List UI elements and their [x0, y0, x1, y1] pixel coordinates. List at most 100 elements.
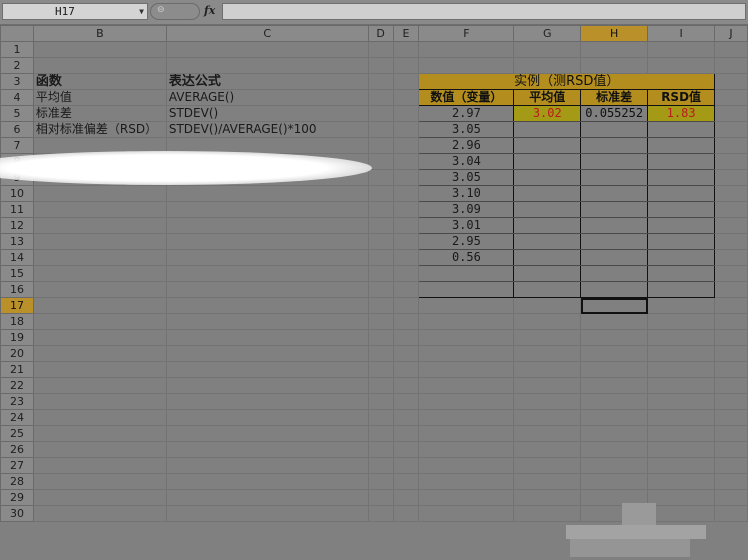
row-header[interactable]: 27	[0, 457, 34, 474]
empty-cell[interactable]	[513, 217, 582, 234]
column-header-h[interactable]: H	[580, 25, 649, 42]
rsd-header-rsd[interactable]: RSD值	[647, 89, 716, 106]
row-header[interactable]: 10	[0, 185, 34, 202]
name-box[interactable]: H17 ▼	[2, 3, 148, 20]
row-header[interactable]: 21	[0, 361, 34, 378]
empty-cell[interactable]	[418, 265, 515, 282]
empty-cell[interactable]	[418, 281, 515, 298]
empty-cell[interactable]	[513, 137, 582, 154]
column-header-e[interactable]: E	[392, 25, 420, 42]
column-header-i[interactable]: I	[647, 25, 716, 42]
rsd-value-cell[interactable]: 2.95	[418, 233, 515, 250]
rsd-value-cell[interactable]: 3.01	[418, 217, 515, 234]
empty-cell[interactable]	[647, 169, 716, 186]
cell-formula[interactable]: AVERAGE()	[165, 89, 369, 106]
row-header[interactable]: 15	[0, 265, 34, 282]
row-header[interactable]: 26	[0, 441, 34, 458]
row-header[interactable]: 8	[0, 153, 34, 170]
cell-function-header[interactable]: 函数	[32, 73, 167, 90]
row-header[interactable]: 11	[0, 201, 34, 218]
row-header[interactable]: 24	[0, 409, 34, 426]
empty-cell[interactable]	[513, 281, 582, 298]
empty-cell[interactable]	[647, 217, 716, 234]
cell-function-name[interactable]: 标准差	[32, 105, 167, 122]
empty-cell[interactable]	[513, 169, 582, 186]
stdev-result-cell[interactable]: 0.055252	[580, 105, 649, 122]
empty-cell[interactable]	[647, 137, 716, 154]
empty-cell[interactable]	[647, 201, 716, 218]
column-header-c[interactable]: C	[165, 25, 369, 42]
chevron-down-icon[interactable]: ▼	[139, 4, 144, 19]
empty-cell[interactable]	[647, 233, 716, 250]
formula-edit-controls[interactable]: ⊖	[150, 3, 200, 20]
empty-cell[interactable]	[647, 281, 716, 298]
row-header[interactable]: 3	[0, 73, 34, 90]
empty-cell[interactable]	[580, 249, 649, 266]
empty-cell[interactable]	[580, 265, 649, 282]
zoom-icon[interactable]: ⊖	[157, 5, 165, 15]
empty-cell[interactable]	[580, 121, 649, 138]
row-header[interactable]: 13	[0, 233, 34, 250]
column-header-d[interactable]: D	[367, 25, 394, 42]
empty-cell[interactable]	[647, 153, 716, 170]
rsd-value-cell[interactable]: 3.05	[418, 121, 515, 138]
row-header[interactable]: 5	[0, 105, 34, 122]
empty-cell[interactable]	[647, 185, 716, 202]
cell-function-name[interactable]: 相对标准偏差（RSD）	[32, 121, 167, 138]
row-header[interactable]: 9	[0, 169, 34, 186]
cell-function-name[interactable]: 平均值	[32, 89, 167, 106]
rsd-value-cell[interactable]: 3.05	[418, 169, 515, 186]
rsd-value-cell[interactable]: 2.96	[418, 137, 515, 154]
empty-cell[interactable]	[580, 169, 649, 186]
empty-cell[interactable]	[580, 217, 649, 234]
rsd-value-cell[interactable]: 3.04	[418, 153, 515, 170]
row-header[interactable]: 19	[0, 329, 34, 346]
select-all-corner[interactable]	[0, 25, 34, 42]
empty-cell[interactable]	[580, 137, 649, 154]
empty-cell[interactable]	[513, 265, 582, 282]
empty-cell[interactable]	[513, 233, 582, 250]
column-header-f[interactable]: F	[418, 25, 515, 42]
row-header[interactable]: 22	[0, 377, 34, 394]
row-header[interactable]: 25	[0, 425, 34, 442]
empty-cell[interactable]	[647, 249, 716, 266]
row-header[interactable]: 14	[0, 249, 34, 266]
row-header[interactable]: 29	[0, 489, 34, 506]
cell-formula[interactable]: STDEV()	[165, 105, 369, 122]
rsd-value-cell[interactable]: 3.10	[418, 185, 515, 202]
row-header[interactable]: 20	[0, 345, 34, 362]
rsd-result-cell[interactable]: 1.83	[647, 105, 716, 122]
rsd-header-stdev[interactable]: 标准差	[580, 89, 649, 106]
row-header[interactable]: 1	[0, 41, 34, 58]
average-result-cell[interactable]: 3.02	[513, 105, 582, 122]
rsd-value-cell[interactable]: 2.97	[418, 105, 515, 122]
cell-formula[interactable]: STDEV()/AVERAGE()*100	[165, 121, 369, 138]
row-header[interactable]: 23	[0, 393, 34, 410]
row-header[interactable]: 6	[0, 121, 34, 138]
row-header[interactable]: 16	[0, 281, 34, 298]
column-header-b[interactable]: B	[32, 25, 167, 42]
column-header-g[interactable]: G	[513, 25, 582, 42]
empty-cell[interactable]	[647, 265, 716, 282]
empty-cell[interactable]	[580, 185, 649, 202]
rsd-header-values[interactable]: 数值（变量）	[418, 89, 515, 106]
empty-cell[interactable]	[513, 153, 582, 170]
empty-cell[interactable]	[513, 249, 582, 266]
row-header[interactable]: 2	[0, 57, 34, 74]
insert-function-icon[interactable]: fx	[204, 3, 215, 19]
rsd-value-cell[interactable]: 3.09	[418, 201, 515, 218]
rsd-header-average[interactable]: 平均值	[513, 89, 582, 106]
column-header-j[interactable]: J	[714, 25, 748, 42]
formula-input[interactable]	[222, 3, 746, 20]
empty-cell[interactable]	[513, 201, 582, 218]
empty-cell[interactable]	[647, 121, 716, 138]
row-header[interactable]: 30	[0, 505, 34, 522]
empty-cell[interactable]	[580, 201, 649, 218]
empty-cell[interactable]	[513, 121, 582, 138]
worksheet-grid[interactable]: B C D E F G H I J 1 2 3 函数 表达公式 实例（测RSD值…	[0, 25, 748, 560]
rsd-table-title[interactable]: 实例（测RSD值）	[418, 73, 716, 90]
empty-cell[interactable]	[580, 153, 649, 170]
cell-formula-header[interactable]: 表达公式	[165, 73, 369, 90]
empty-cell[interactable]	[513, 185, 582, 202]
empty-cell[interactable]	[580, 233, 649, 250]
